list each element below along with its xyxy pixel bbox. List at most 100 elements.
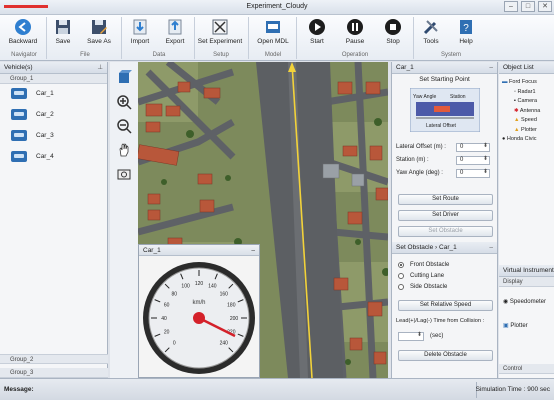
gauge-label: 100 (181, 284, 190, 290)
starting-point-heading: Set Starting Point (419, 76, 470, 83)
gauge-label: 80 (171, 291, 177, 297)
stop-button[interactable]: Stop (374, 18, 412, 45)
group-label-file: File (80, 52, 90, 58)
lead-lag-input[interactable] (398, 332, 424, 341)
gauge-label: 60 (164, 303, 170, 309)
delete-obstacle-button[interactable]: Delete Obstacle (398, 350, 493, 361)
display-section-header[interactable]: Display (499, 277, 554, 287)
tree-item-label: Camera (517, 98, 538, 104)
tree-item-label: Radar1 (517, 88, 536, 95)
group-header-2[interactable]: Group_2 (0, 354, 108, 364)
tree-item[interactable]: ▬ Ford Focus (502, 78, 540, 88)
stop-label: Stop (386, 38, 400, 45)
set-obstacle-button[interactable]: Set Obstacle (398, 226, 493, 237)
vehicle-item[interactable]: Car_3 (0, 126, 107, 147)
tools-label: Tools (423, 38, 439, 45)
group-separator (194, 17, 195, 59)
group-label-data: Data (152, 52, 166, 58)
stop-icon (385, 19, 401, 35)
window-title: Experiment_Cloudy (246, 3, 308, 10)
floppy-icon (56, 20, 70, 34)
group-label-system: System (440, 52, 461, 58)
group-header-3[interactable]: Group_3 (0, 368, 108, 378)
station-label: Station (m) : (396, 157, 429, 163)
open-mdl-button[interactable]: Open MDL (254, 18, 292, 45)
set-experiment-button[interactable]: Set Experiment (197, 18, 243, 45)
diagram-yaw-label: Yaw Angle (413, 94, 436, 100)
minimize-button[interactable]: – (504, 1, 518, 12)
group-header-1[interactable]: Group_1 (0, 74, 107, 84)
lateral-offset-label: Lateral Offset (m) : (396, 144, 446, 150)
vi-item[interactable]: ◉ Speedometer (503, 298, 546, 305)
cutting-lane-radio[interactable] (398, 273, 404, 279)
vi-item[interactable]: ▣ Plotter (503, 322, 528, 329)
set-route-button[interactable]: Set Route (398, 194, 493, 205)
object-tree: ▬ Ford Focus ◦ Radar1 ▪ Camera ✱ Antenna… (502, 78, 540, 145)
start-button[interactable]: Start (298, 18, 336, 45)
backward-button[interactable]: Backward (3, 18, 43, 45)
set-relative-speed-button[interactable]: Set Relative Speed (398, 300, 493, 311)
vehicle-label: Car_3 (36, 132, 54, 139)
vehicle-item[interactable]: Car_1 (0, 84, 107, 105)
control-section-header[interactable]: Control (499, 364, 554, 374)
car-icon: ▬ (502, 79, 508, 85)
tree-item[interactable]: ● Honda Civic (502, 135, 540, 145)
lead-lag-label: Lead(+)/Lag(-) Time from Collision : (396, 318, 485, 324)
station-input[interactable]: 0 (456, 156, 490, 165)
backward-label: Backward (8, 38, 38, 45)
warning-icon: ▲ (514, 117, 520, 123)
side-obstacle-radio[interactable] (398, 284, 404, 290)
diagram-station-label: Station (450, 94, 466, 100)
import-label: Import (130, 38, 150, 45)
minimize-icon[interactable]: – (489, 242, 493, 254)
tree-item[interactable]: ◦ Radar1 (502, 88, 540, 98)
group-label-setup: Setup (213, 52, 229, 58)
tree-item-label: Speed (520, 117, 537, 123)
yaw-angle-input[interactable]: 0 (456, 169, 490, 178)
tree-item[interactable]: ▲ Speed (502, 116, 540, 126)
tools-button[interactable]: Tools (412, 18, 450, 45)
group-label-navigator: Navigator (11, 52, 37, 58)
svg-text:?: ? (463, 23, 469, 34)
help-button[interactable]: ? Help (447, 18, 485, 45)
tree-item[interactable]: ▪ Camera (502, 97, 540, 107)
close-button[interactable]: ✕ (538, 1, 552, 12)
export-button[interactable]: Export (155, 18, 195, 45)
vehicle-item[interactable]: Car_4 (0, 147, 107, 168)
lateral-offset-input[interactable]: 0 (456, 143, 490, 152)
minimize-icon[interactable]: – (489, 62, 493, 74)
cursor-3d-icon[interactable] (116, 70, 132, 86)
speedometer-window[interactable]: Car_1 – 0 20 40 60 80 100 120 140 160 180 200 220 24… (138, 244, 260, 378)
minimize-icon[interactable]: – (251, 245, 255, 256)
pan-hand-icon[interactable] (116, 142, 132, 158)
import-button[interactable]: Import (120, 18, 160, 45)
vehicle-label: Car_4 (36, 153, 54, 160)
tree-item-label: Honda Civic (506, 136, 537, 142)
zoom-in-icon[interactable] (116, 94, 132, 110)
save-as-button[interactable]: Save As (79, 18, 119, 45)
side-obstacle-label: Side Obstacle (410, 284, 448, 290)
front-obstacle-label: Front Obstacle (410, 262, 450, 268)
maximize-button[interactable]: □ (521, 1, 535, 12)
zoom-out-icon[interactable] (116, 118, 132, 134)
tree-item-label: Ford Focus (509, 79, 537, 85)
obstacle-target: Car_1 (439, 244, 457, 251)
set-driver-button[interactable]: Set Driver (398, 210, 493, 221)
tree-item[interactable]: ▲ Plotter (502, 126, 540, 136)
tree-item[interactable]: ✱ Antenna (502, 107, 540, 117)
pin-icon[interactable]: ⊥ (97, 62, 103, 74)
help-label: Help (459, 38, 473, 45)
front-obstacle-radio[interactable] (398, 262, 404, 268)
pause-button[interactable]: Pause (336, 18, 374, 45)
car-icon (11, 109, 27, 120)
gauge-label: 120 (195, 281, 204, 287)
gauge-label: 140 (208, 284, 217, 290)
start-label: Start (310, 38, 324, 45)
vehicle-item[interactable]: Car_2 (0, 105, 107, 126)
camera-view-icon[interactable] (116, 166, 132, 182)
tree-item-label: Antenna (519, 107, 541, 114)
save-button[interactable]: Save (43, 18, 83, 45)
help-icon: ? (460, 20, 472, 34)
play-icon (309, 19, 325, 35)
yaw-angle-label: Yaw Angle (deg) : (396, 170, 443, 176)
